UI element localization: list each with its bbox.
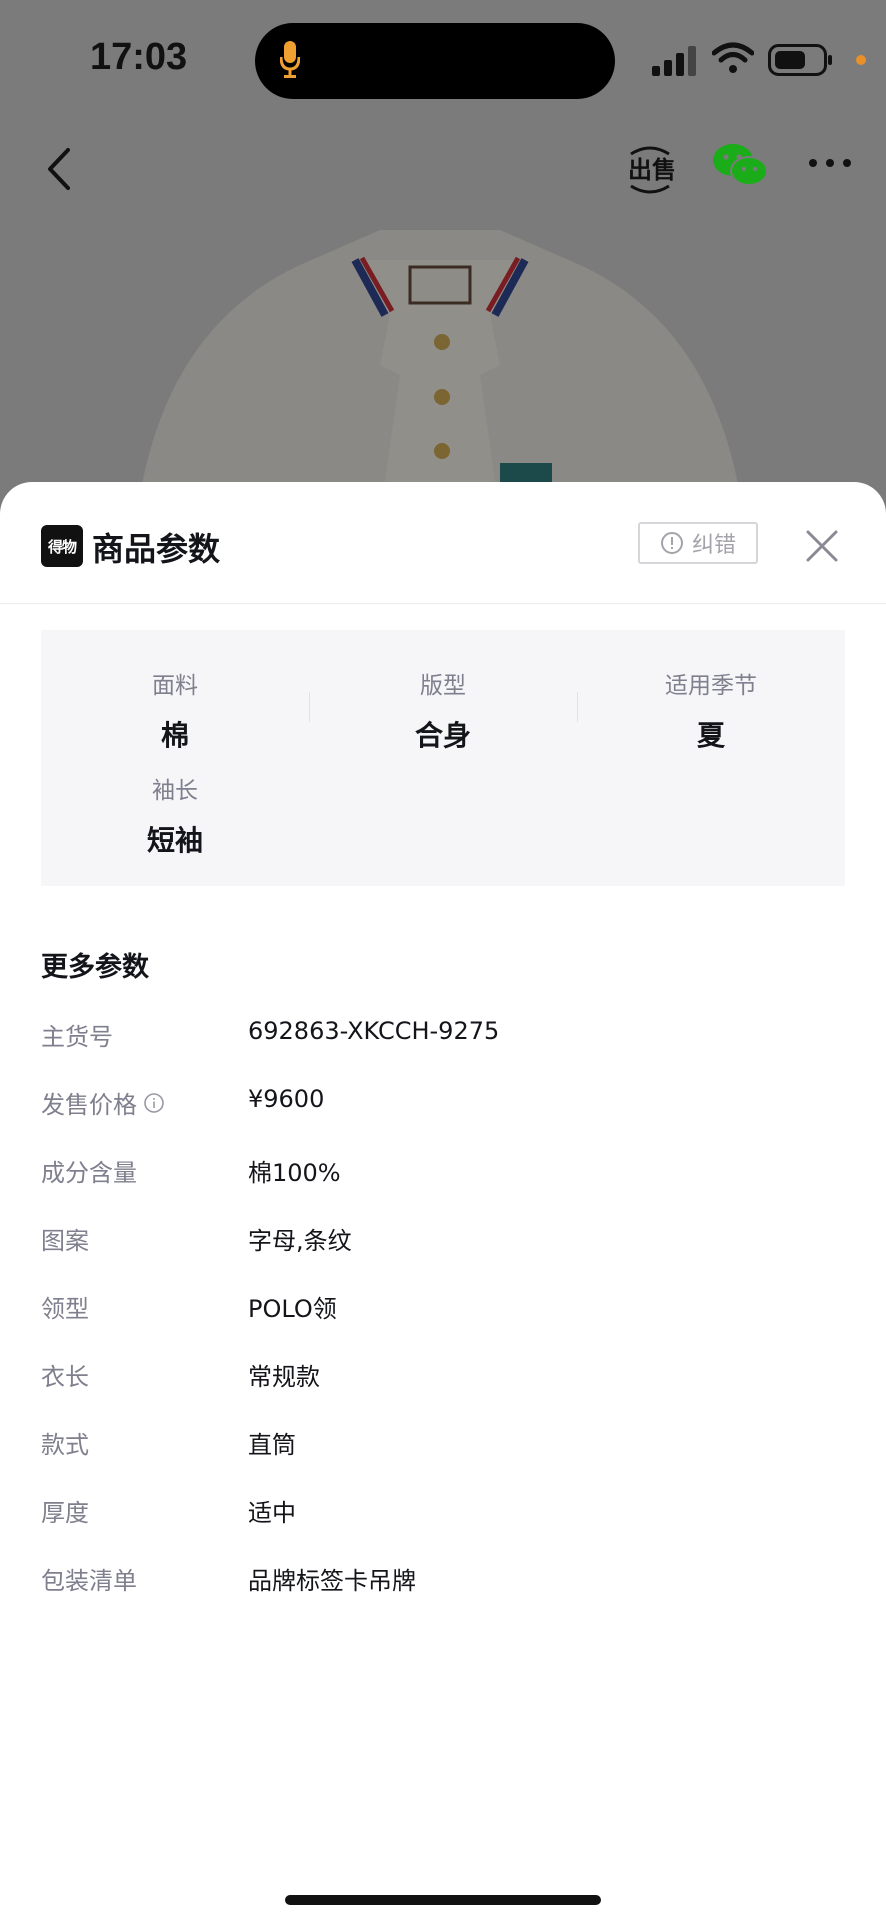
param-value: 字母,条纹 bbox=[248, 1227, 352, 1255]
status-time: 17:03 bbox=[90, 36, 188, 78]
sell-icon[interactable]: 出售 bbox=[625, 140, 675, 198]
product-params-sheet: 得物 商品参数 纠错 面料 棉 版型 合身 适用季节 夏 袖长 短袖 更多参数 … bbox=[0, 482, 886, 1920]
brand-logo: 得物 bbox=[41, 525, 83, 567]
attribute-value: 夏 bbox=[696, 719, 725, 752]
param-value: 692863-XKCCH-9275 bbox=[248, 1017, 500, 1045]
svg-text:出售: 出售 bbox=[628, 156, 675, 184]
param-row: 包装清单 品牌标签卡吊牌 bbox=[0, 1561, 886, 1601]
param-label: 主货号 bbox=[41, 1023, 113, 1051]
wechat-icon[interactable] bbox=[712, 142, 768, 188]
param-value: 棉100% bbox=[248, 1159, 341, 1187]
sheet-header: 得物 商品参数 纠错 bbox=[0, 482, 886, 604]
param-value: 品牌标签卡吊牌 bbox=[248, 1567, 416, 1595]
param-row: 成分含量 棉100% bbox=[0, 1153, 886, 1193]
param-label: 衣长 bbox=[41, 1363, 89, 1391]
info-icon[interactable] bbox=[143, 1092, 165, 1114]
attribute-fabric: 面料 棉 bbox=[41, 666, 309, 754]
param-value: 适中 bbox=[248, 1499, 296, 1527]
attribute-label: 面料 bbox=[152, 673, 198, 699]
param-row: 领型 POLO领 bbox=[0, 1289, 886, 1329]
param-label: 厚度 bbox=[41, 1499, 89, 1527]
param-row: 图案 字母,条纹 bbox=[0, 1221, 886, 1261]
param-label: 款式 bbox=[41, 1431, 89, 1459]
close-icon[interactable] bbox=[804, 528, 840, 564]
attribute-label: 袖长 bbox=[152, 778, 198, 804]
param-row: 发售价格 ¥9600 bbox=[0, 1085, 886, 1125]
wifi-icon bbox=[712, 42, 754, 73]
battery-icon bbox=[768, 44, 832, 76]
param-row: 主货号 692863-XKCCH-9275 bbox=[0, 1017, 886, 1057]
nav-bar: 出售 bbox=[0, 130, 886, 210]
alert-circle-icon bbox=[660, 532, 683, 554]
param-row: 衣长 常规款 bbox=[0, 1357, 886, 1397]
attribute-season: 适用季节 夏 bbox=[577, 666, 845, 754]
param-value: ¥9600 bbox=[248, 1085, 325, 1113]
param-label: 发售价格 bbox=[41, 1085, 165, 1120]
attribute-value: 棉 bbox=[160, 719, 189, 752]
param-row: 厚度 适中 bbox=[0, 1493, 886, 1533]
attribute-label: 版型 bbox=[420, 673, 466, 699]
attribute-fit: 版型 合身 bbox=[309, 666, 577, 754]
key-attributes-panel: 面料 棉 版型 合身 适用季节 夏 袖长 短袖 bbox=[41, 630, 845, 886]
attribute-value: 短袖 bbox=[146, 824, 203, 857]
attribute-label: 适用季节 bbox=[665, 673, 757, 699]
param-label: 领型 bbox=[41, 1295, 89, 1323]
param-label: 图案 bbox=[41, 1227, 89, 1255]
more-params-title: 更多参数 bbox=[41, 952, 149, 983]
param-row: 款式 直筒 bbox=[0, 1425, 886, 1465]
param-value: 直筒 bbox=[248, 1431, 296, 1459]
background-product-page: 17:03 出售 bbox=[0, 0, 886, 515]
attribute-value: 合身 bbox=[414, 719, 471, 752]
param-label: 成分含量 bbox=[41, 1159, 137, 1187]
param-label: 包装清单 bbox=[41, 1567, 137, 1595]
privacy-indicator-dot bbox=[856, 55, 866, 65]
report-error-label: 纠错 bbox=[691, 533, 736, 558]
microphone-icon bbox=[280, 41, 300, 78]
sheet-title: 商品参数 bbox=[92, 530, 221, 568]
more-horizontal-icon[interactable] bbox=[808, 158, 852, 168]
param-value: POLO领 bbox=[248, 1295, 337, 1323]
cellular-signal-icon bbox=[652, 46, 696, 76]
attribute-sleeve-length: 袖长 短袖 bbox=[41, 771, 309, 859]
param-value: 常规款 bbox=[248, 1363, 320, 1391]
home-indicator[interactable] bbox=[285, 1895, 601, 1905]
product-image-polo-shirt bbox=[140, 230, 740, 515]
chevron-left-icon[interactable] bbox=[40, 144, 80, 194]
status-bar: 17:03 bbox=[0, 0, 886, 120]
dynamic-island bbox=[255, 23, 615, 99]
report-error-button[interactable]: 纠错 bbox=[638, 522, 758, 564]
